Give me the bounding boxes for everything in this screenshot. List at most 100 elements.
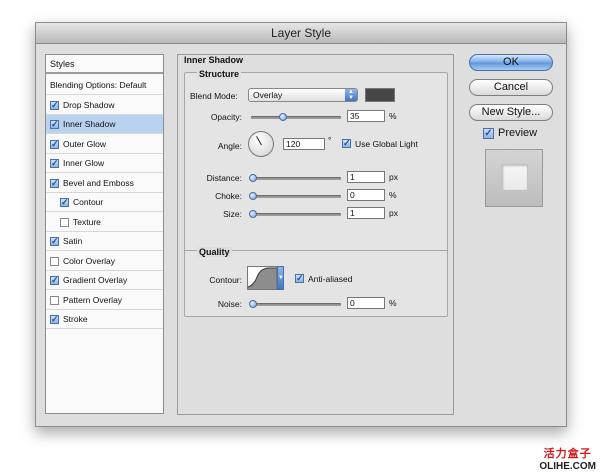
style-item-label: Drop Shadow (63, 99, 115, 110)
style-item-checkbox[interactable]: ✓ (60, 198, 69, 207)
style-item-blending-options-default[interactable]: Blending Options: Default (46, 76, 163, 95)
opacity-slider[interactable] (251, 113, 341, 121)
style-item-label: Blending Options: Default (50, 80, 147, 90)
size-slider-thumb[interactable] (249, 210, 257, 218)
cancel-button[interactable]: Cancel (469, 79, 553, 96)
choke-label: Choke: (215, 191, 242, 201)
style-item-label: Color Overlay (63, 255, 115, 266)
angle-unit: ° (328, 135, 332, 145)
style-item-label: Bevel and Emboss (63, 177, 134, 188)
noise-slider-thumb[interactable] (249, 300, 257, 308)
style-item-drop-shadow[interactable]: ✓ Drop Shadow (46, 96, 163, 115)
distance-slider[interactable] (249, 174, 341, 182)
style-item-color-overlay[interactable]: Color Overlay (46, 252, 163, 271)
style-item-gradient-overlay[interactable]: ✓ Gradient Overlay (46, 271, 163, 290)
blend-mode-value: Overlay (253, 90, 283, 100)
angle-dial[interactable] (248, 131, 274, 157)
anti-aliased-checkbox[interactable]: ✓ (295, 274, 304, 283)
style-item-bevel-and-emboss[interactable]: ✓ Bevel and Emboss (46, 174, 163, 193)
styles-header[interactable]: Styles (46, 55, 163, 74)
style-item-pattern-overlay[interactable]: Pattern Overlay (46, 291, 163, 310)
style-item-label: Outer Glow (63, 138, 106, 149)
opacity-input[interactable]: 35 (347, 110, 385, 122)
new-style-button[interactable]: New Style... (469, 104, 553, 121)
contour-dropdown-arrow-icon[interactable]: ▼ (277, 266, 284, 290)
size-label: Size: (223, 209, 242, 219)
noise-input[interactable]: 0 (347, 297, 385, 309)
dialog-title: Layer Style (36, 23, 566, 44)
watermark-cn-text: 活力盒子 (543, 448, 592, 460)
style-item-inner-shadow[interactable]: ✓ Inner Shadow (46, 115, 163, 134)
style-item-label: Inner Glow (63, 158, 105, 168)
style-preview-thumbnail (501, 164, 528, 191)
quality-title: Quality (197, 247, 232, 257)
noise-label: Noise: (217, 299, 242, 309)
style-item-label: Contour (73, 197, 104, 207)
style-item-checkbox[interactable] (50, 295, 59, 305)
size-input[interactable]: 1 (347, 207, 385, 219)
opacity-unit: % (389, 111, 397, 121)
style-item-inner-glow[interactable]: ✓ Inner Glow (46, 154, 163, 173)
style-item-label: Satin (63, 236, 83, 246)
shadow-color-swatch[interactable] (365, 88, 395, 102)
blend-mode-select[interactable]: Overlay ▲ ▼ (248, 88, 358, 102)
distance-label: Distance: (206, 173, 242, 183)
layer-style-dialog: Layer Style Styles Blending Options: Def… (35, 22, 567, 427)
style-item-checkbox[interactable] (50, 256, 59, 266)
style-item-checkbox[interactable]: ✓ (50, 100, 59, 110)
inner-shadow-title: Inner Shadow (184, 55, 244, 65)
angle-needle (256, 136, 262, 146)
preview-checkbox[interactable]: ✓ (483, 128, 494, 139)
use-global-light-label: Use Global Light (355, 139, 418, 149)
structure-title: Structure (197, 69, 242, 79)
watermark-url-text: OLIHE.COM (539, 461, 596, 472)
style-item-checkbox[interactable]: ✓ (50, 276, 59, 285)
ok-button[interactable]: OK (469, 54, 553, 71)
style-preview (485, 149, 543, 207)
style-item-checkbox[interactable]: ✓ (50, 139, 59, 149)
site-watermark: 活力盒子 OLIHE.COM (539, 445, 596, 472)
quality-group: Quality Contour: ▼ ✓ Anti-aliased Noise:… (184, 247, 448, 317)
style-item-label: Gradient Overlay (63, 275, 128, 285)
styles-list: Styles Blending Options: Default ✓ Drop Sh… (45, 54, 164, 414)
style-item-checkbox[interactable]: ✓ (50, 159, 59, 168)
blend-mode-label: Blend Mode: (190, 91, 238, 101)
noise-slider[interactable] (249, 300, 341, 308)
anti-aliased-label: Anti-aliased (308, 274, 353, 284)
opacity-label: Opacity: (210, 112, 242, 122)
choke-slider[interactable] (249, 192, 341, 200)
distance-unit: px (389, 172, 398, 182)
style-item-contour[interactable]: ✓ Contour (46, 193, 163, 212)
distance-slider-thumb[interactable] (249, 174, 257, 182)
angle-label: Angle: (217, 141, 242, 151)
contour-preview[interactable] (247, 266, 277, 290)
noise-unit: % (389, 298, 397, 308)
angle-input[interactable]: 120 (283, 138, 325, 150)
style-item-outer-glow[interactable]: ✓ Outer Glow (46, 135, 163, 154)
size-unit: px (389, 208, 398, 218)
style-item-satin[interactable]: ✓ Satin (46, 232, 163, 251)
style-item-checkbox[interactable]: ✓ (50, 315, 59, 324)
style-item-label: Inner Shadow (63, 119, 116, 129)
style-item-label: Stroke (63, 314, 88, 324)
distance-input[interactable]: 1 (347, 171, 385, 183)
choke-slider-thumb[interactable] (249, 192, 257, 200)
style-item-texture[interactable]: Texture (46, 213, 163, 232)
style-item-label: Texture (73, 216, 101, 227)
contour-curve-icon (247, 267, 276, 289)
structure-group: Structure Blend Mode: Overlay ▲ ▼ Opacity… (184, 69, 448, 257)
opacity-slider-thumb[interactable] (278, 113, 287, 121)
choke-input[interactable]: 0 (347, 189, 385, 201)
contour-label: Contour: (209, 275, 242, 285)
inner-shadow-panel: Inner Shadow Structure Blend Mode: Overl… (177, 54, 454, 415)
use-global-light-checkbox[interactable]: ✓ (342, 139, 351, 148)
style-item-checkbox[interactable]: ✓ (50, 237, 59, 246)
preview-label: Preview (498, 127, 538, 139)
style-item-checkbox[interactable]: ✓ (50, 120, 59, 129)
style-item-label: Pattern Overlay (63, 294, 123, 305)
style-item-stroke[interactable]: ✓ Stroke (46, 310, 163, 329)
select-arrows-icon: ▲ ▼ (345, 89, 357, 101)
size-slider[interactable] (249, 210, 341, 218)
style-item-checkbox[interactable]: ✓ (50, 178, 59, 188)
style-item-checkbox[interactable] (60, 217, 69, 227)
